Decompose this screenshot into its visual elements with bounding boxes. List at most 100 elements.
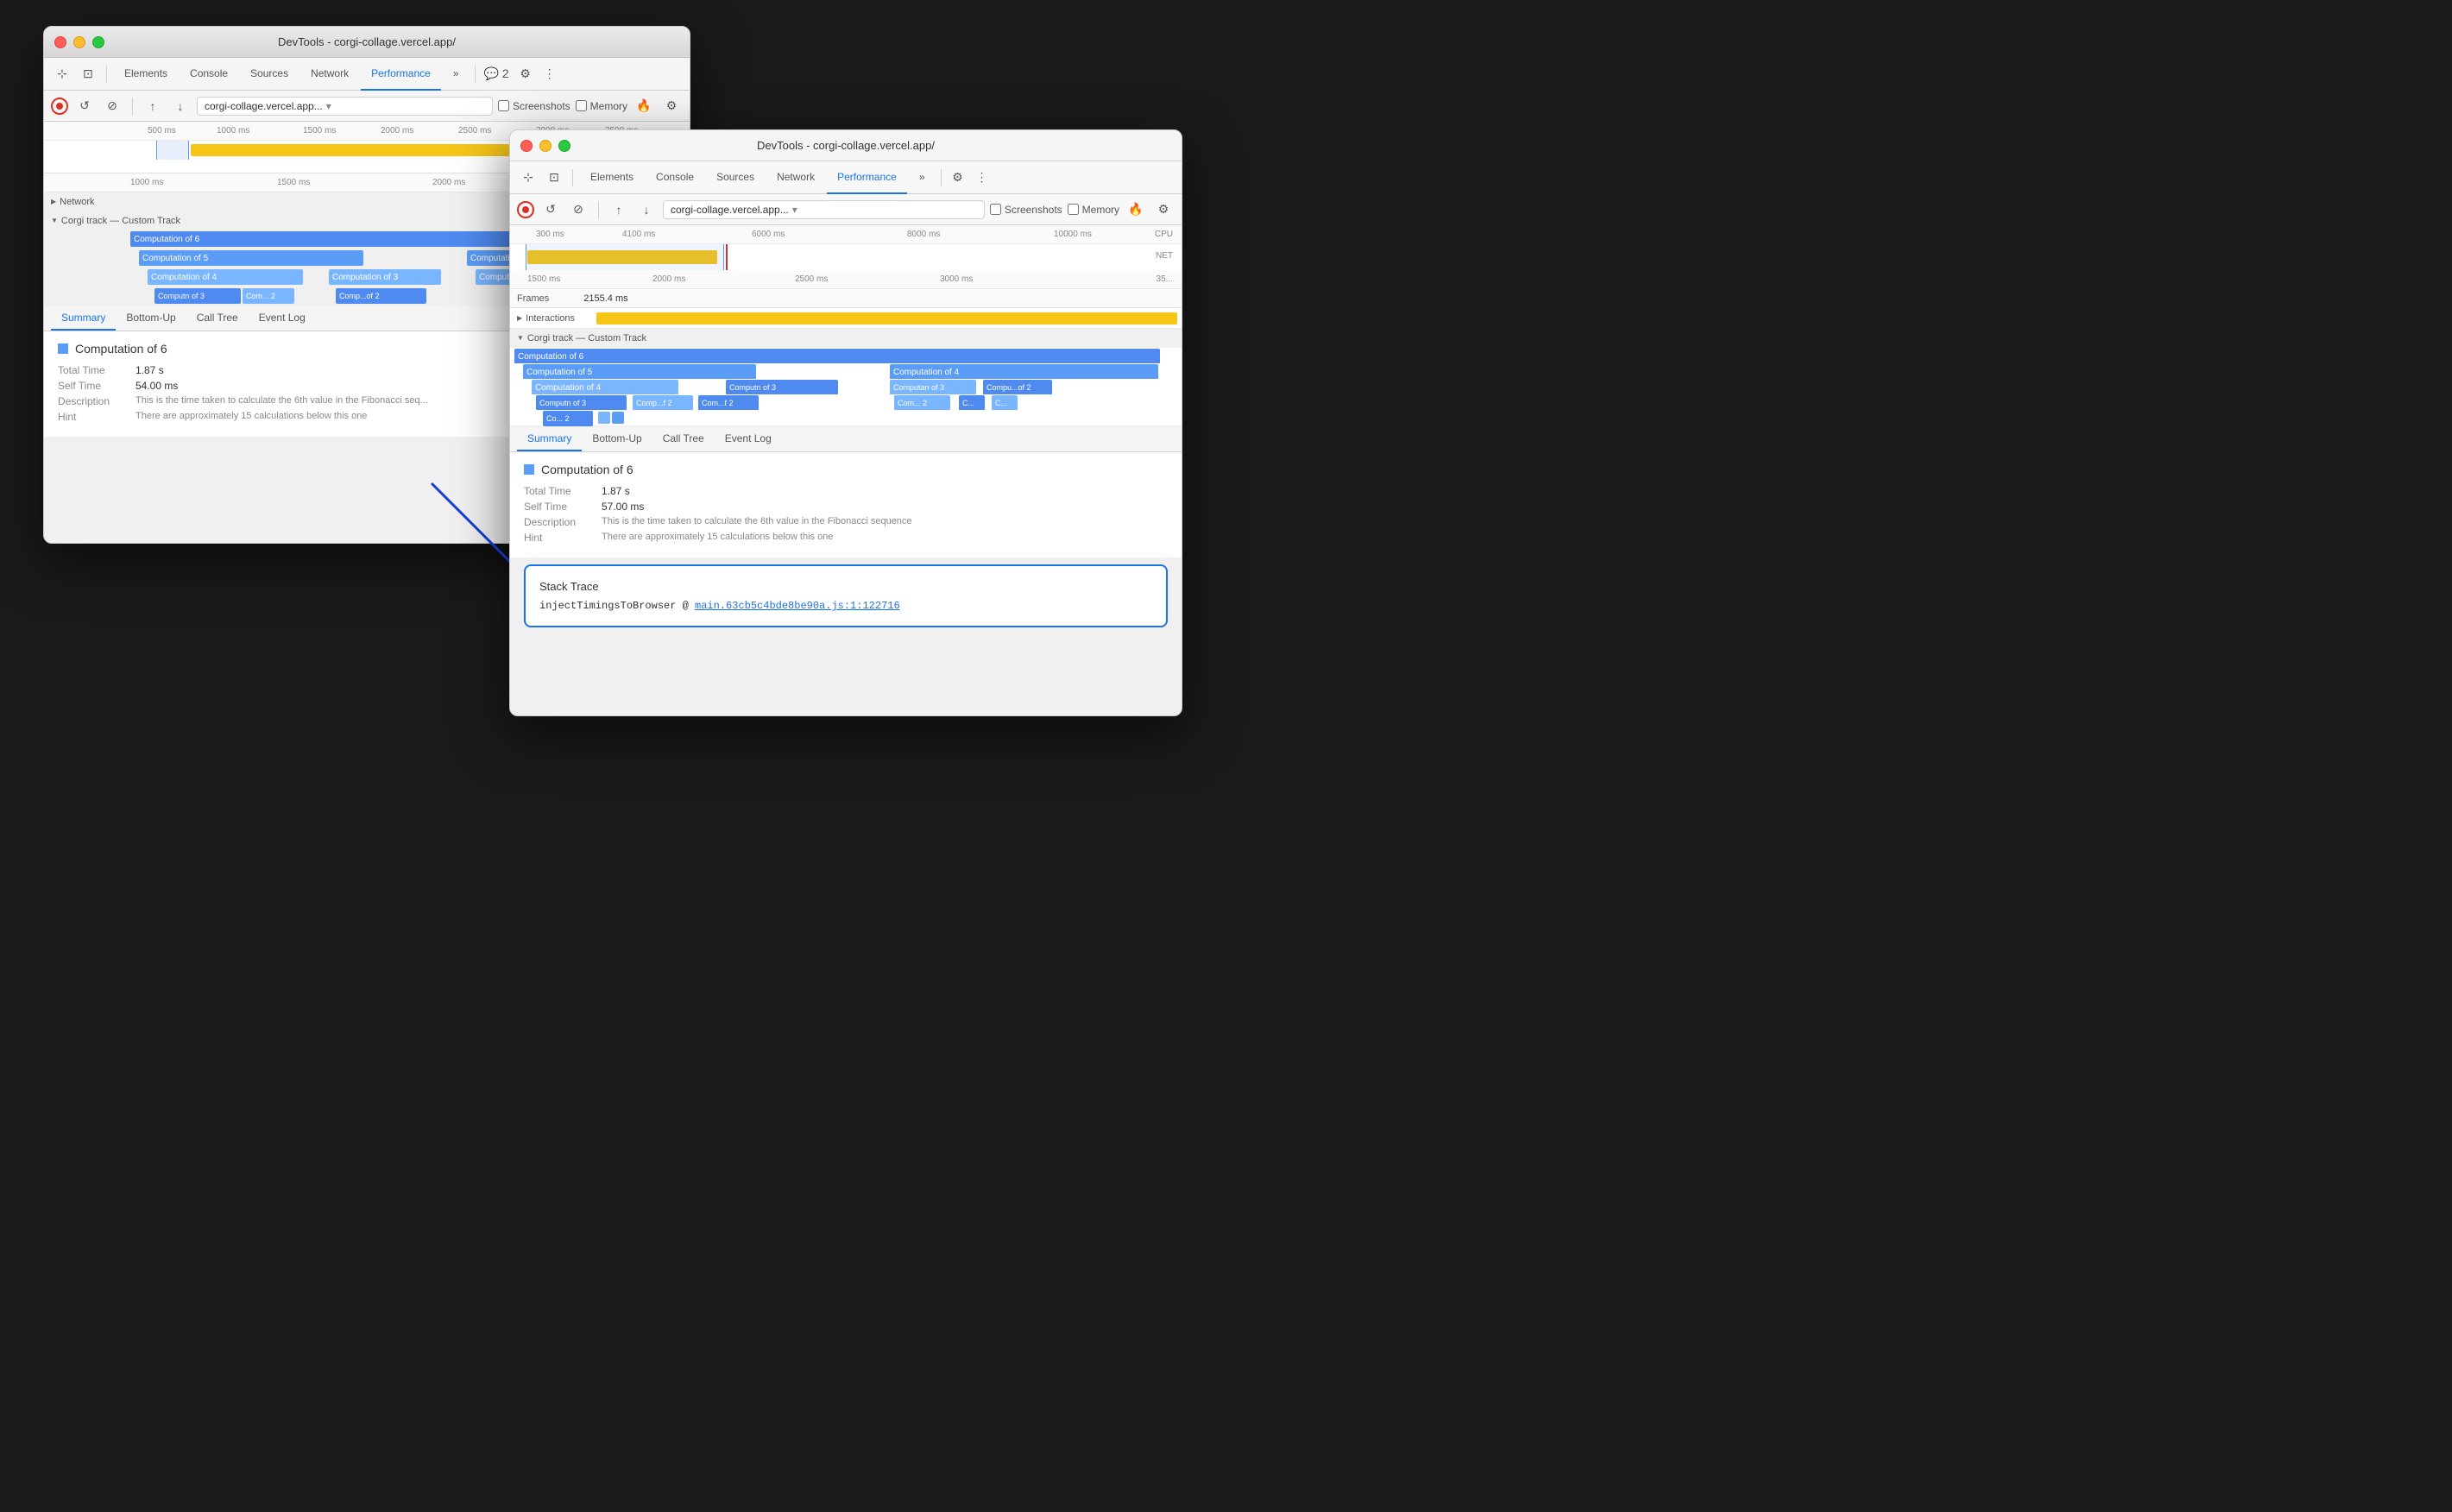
settings-icon-1[interactable]: ⚙ — [514, 63, 537, 85]
tab-bottomup-2[interactable]: Bottom-Up — [582, 427, 652, 451]
tick-500: 500 ms — [148, 126, 176, 135]
flame-comp3-m-2[interactable]: Computn of 3 — [726, 380, 838, 395]
nav-toolbar-2: ⊹ ⊡ Elements Console Sources Network Per… — [510, 161, 1182, 194]
flame-comp3-m-1[interactable]: Computation of 3 — [329, 269, 441, 285]
stack-trace-link[interactable]: main.63cb5c4bde8be90a.js:1:122716 — [695, 600, 900, 612]
flame-r5-sm-2 — [598, 412, 610, 424]
upload-icon-1[interactable]: ↑ — [142, 95, 164, 117]
flame-r4-6-2[interactable]: C... — [992, 395, 1018, 411]
close-button-1[interactable] — [54, 36, 66, 48]
clear-icon-2[interactable]: ⊘ — [567, 198, 589, 221]
download-icon-1[interactable]: ↓ — [169, 95, 192, 117]
maximize-button-1[interactable] — [92, 36, 104, 48]
tab-performance-1[interactable]: Performance — [361, 58, 441, 91]
flame-comp3-4-1[interactable]: Computn of 3 — [154, 288, 241, 304]
tick2-1000: 1000 ms — [130, 178, 163, 187]
tab-more-2[interactable]: » — [909, 161, 936, 194]
stack-trace-content: injectTimingsToBrowser @ main.63cb5c4bde… — [539, 600, 1152, 612]
flame-comp3-r2-2[interactable]: Compu...of 2 — [983, 380, 1052, 395]
tab-console-1[interactable]: Console — [180, 58, 238, 91]
close-button-2[interactable] — [520, 140, 533, 152]
flame-comp5-2[interactable]: Computation of 5 — [523, 364, 756, 380]
maximize-button-2[interactable] — [558, 140, 570, 152]
flame-r4-5-2[interactable]: C... — [959, 395, 985, 411]
window-title-1: DevTools - corgi-collage.vercel.app/ — [278, 35, 456, 48]
description-row-2: Description This is the time taken to ca… — [524, 516, 1168, 528]
screenshots-checkbox-2[interactable]: Screenshots — [990, 204, 1062, 216]
screenshots-checkbox-1[interactable]: Screenshots — [498, 100, 570, 112]
flame-r4-2-2[interactable]: Comp...f 2 — [633, 395, 693, 411]
flame-comp4-r-2[interactable]: Computation of 4 — [890, 364, 1158, 380]
flame-row-5-2: Co... 2 — [510, 410, 1182, 425]
flame-row-2-2: Computation of 5 Computation of 4 — [510, 363, 1182, 379]
upload-icon-2[interactable]: ↑ — [608, 198, 630, 221]
flame-comp2-m-1[interactable]: Comp...of 2 — [336, 288, 426, 304]
gear-icon-1[interactable]: ⚙ — [660, 95, 683, 117]
tab-elements-1[interactable]: Elements — [114, 58, 178, 91]
mini-timeline-2: 300 ms 4100 ms 6000 ms 8000 ms 10000 ms … — [510, 225, 1182, 270]
divider — [106, 66, 107, 83]
flame-icon-2[interactable]: 🔥 — [1125, 198, 1147, 221]
memory-checkbox-1[interactable]: Memory — [576, 100, 627, 112]
highlight-region-2 — [526, 244, 724, 270]
settings-icon-2[interactable]: ⚙ — [947, 167, 969, 189]
flame-r4-1-2[interactable]: Computn of 3 — [536, 395, 627, 411]
tab-network-1[interactable]: Network — [300, 58, 359, 91]
tab-summary-2[interactable]: Summary — [517, 427, 582, 451]
tick-2000: 2000 ms — [381, 126, 413, 135]
tab-performance-2[interactable]: Performance — [827, 161, 907, 194]
tab-eventlog-1[interactable]: Event Log — [249, 306, 316, 331]
color-box-2 — [524, 464, 534, 475]
url-bar-1[interactable]: corgi-collage.vercel.app... ▾ — [197, 97, 493, 116]
flame-icon-1[interactable]: 🔥 — [633, 95, 655, 117]
more-icon-1[interactable]: ⋮ — [539, 63, 561, 85]
record-button-1[interactable] — [51, 98, 68, 115]
cursor-icon-2[interactable]: ⊹ — [517, 167, 539, 189]
triangle-interactions: ▶ — [517, 314, 522, 322]
summary-tabs-2: Summary Bottom-Up Call Tree Event Log — [510, 427, 1182, 452]
tab-console-2[interactable]: Console — [646, 161, 704, 194]
flame-r5-sm2-2 — [612, 412, 624, 424]
refresh-icon-1[interactable]: ↺ — [73, 95, 96, 117]
more-icon-2[interactable]: ⋮ — [971, 167, 993, 189]
cpu-label: CPU — [1155, 230, 1173, 239]
flame-comp4-2[interactable]: Computation of 4 — [532, 380, 678, 395]
flame-comp6-2[interactable]: Computation of 6 — [514, 349, 1160, 364]
tab-sources-1[interactable]: Sources — [240, 58, 299, 91]
minimize-button-2[interactable] — [539, 140, 552, 152]
flame-r4-4-2[interactable]: Com... 2 — [894, 395, 950, 411]
tab-network-2[interactable]: Network — [766, 161, 825, 194]
layout-icon[interactable]: ⊡ — [77, 63, 99, 85]
refresh-icon-2[interactable]: ↺ — [539, 198, 562, 221]
tab-summary-1[interactable]: Summary — [51, 306, 116, 331]
tab-sources-2[interactable]: Sources — [706, 161, 765, 194]
flame-r5-1-2[interactable]: Co... 2 — [543, 411, 593, 426]
memory-checkbox-2[interactable]: Memory — [1068, 204, 1119, 216]
tr-8000: 8000 ms — [907, 230, 940, 239]
minimize-button-1[interactable] — [73, 36, 85, 48]
flame-r4-3-2[interactable]: Com...f 2 — [698, 395, 759, 411]
chat-icon-1[interactable]: 💬 2 — [481, 63, 513, 85]
tab-more-1[interactable]: » — [443, 58, 470, 91]
tick-2500: 2500 ms — [458, 126, 491, 135]
tab-eventlog-2[interactable]: Event Log — [715, 427, 782, 451]
tab-calltree-2[interactable]: Call Tree — [652, 427, 715, 451]
dropdown-icon-2: ▾ — [792, 204, 797, 216]
tick2-2000: 2000 ms — [432, 178, 465, 187]
tab-bottomup-1[interactable]: Bottom-Up — [116, 306, 186, 331]
url-bar-2[interactable]: corgi-collage.vercel.app... ▾ — [663, 200, 985, 219]
flame-row-1-2: Computation of 6 — [510, 348, 1182, 363]
tick-1000: 1000 ms — [217, 126, 249, 135]
flame-comp3-r1-2[interactable]: Computan of 3 — [890, 380, 976, 395]
gear-icon-2[interactable]: ⚙ — [1152, 198, 1175, 221]
download-icon-2[interactable]: ↓ — [635, 198, 658, 221]
layout-icon-2[interactable]: ⊡ — [543, 167, 565, 189]
clear-icon-1[interactable]: ⊘ — [101, 95, 123, 117]
tab-calltree-1[interactable]: Call Tree — [186, 306, 249, 331]
cursor-icon[interactable]: ⊹ — [51, 63, 73, 85]
flame-comp5-1[interactable]: Computation of 5 — [139, 250, 363, 266]
flame-com2-1[interactable]: Com... 2 — [243, 288, 294, 304]
record-button-2[interactable] — [517, 201, 534, 218]
tab-elements-2[interactable]: Elements — [580, 161, 644, 194]
flame-comp4-1[interactable]: Computation of 4 — [148, 269, 303, 285]
